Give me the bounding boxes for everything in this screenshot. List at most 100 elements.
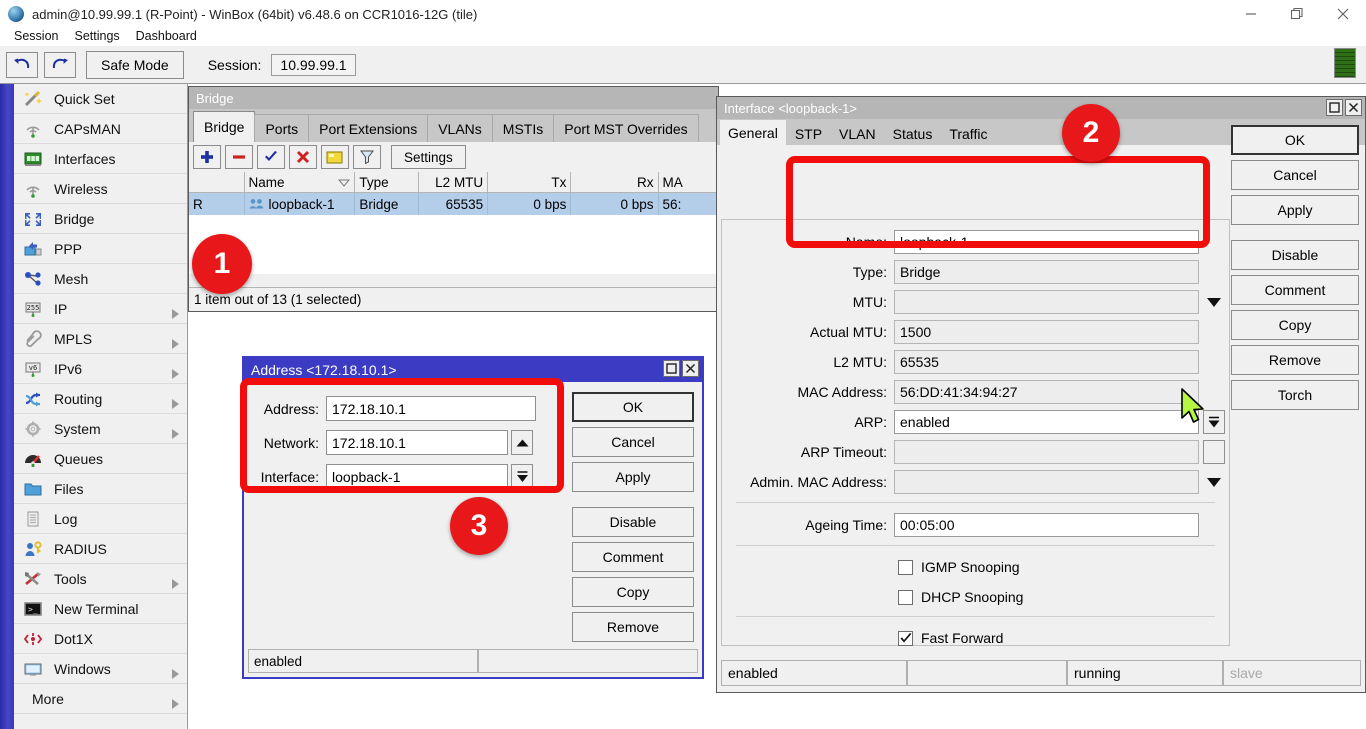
sidebar-item-mesh[interactable]: Mesh [14, 264, 187, 294]
chevron-down-icon[interactable] [1203, 470, 1225, 494]
bridge-window-title-bar[interactable]: Bridge [189, 87, 718, 109]
igmp-snooping-checkbox[interactable] [898, 560, 913, 575]
settings-button[interactable]: Settings [391, 145, 466, 169]
sidebar-item-ppp[interactable]: PPP [14, 234, 187, 264]
table-row[interactable]: R loopback-1 Bridge 65535 0 bps 0 bps 56… [189, 193, 718, 215]
tab-port-mst-overrides[interactable]: Port MST Overrides [553, 114, 698, 142]
restore-button[interactable] [1274, 0, 1320, 28]
cancel-button[interactable]: Cancel [1231, 160, 1359, 190]
fast-forward-checkbox[interactable] [898, 631, 913, 646]
torch-button[interactable]: Torch [1231, 380, 1359, 410]
tab-vlan[interactable]: VLAN [831, 123, 884, 145]
restore-icon[interactable] [1326, 99, 1343, 116]
mtu-input[interactable] [894, 290, 1199, 314]
enable-button[interactable] [257, 145, 285, 169]
remove-button[interactable]: Remove [572, 612, 694, 642]
menu-item-session[interactable]: Session [6, 29, 66, 43]
network-input[interactable]: 172.18.10.1 [326, 430, 508, 455]
comment-button[interactable]: Comment [572, 542, 694, 572]
sidebar-item-log[interactable]: Log [14, 504, 187, 534]
tab-vlans[interactable]: VLANs [427, 114, 493, 142]
tab-ports[interactable]: Ports [254, 114, 309, 142]
disable-button[interactable]: Disable [572, 507, 694, 537]
column-header-l2-mtu[interactable]: L2 MTU [419, 172, 488, 192]
column-header-type[interactable]: Type [355, 172, 418, 192]
cancel-button[interactable]: Cancel [572, 427, 694, 457]
sidebar-item-interfaces[interactable]: Interfaces [14, 144, 187, 174]
restore-icon[interactable] [663, 360, 680, 377]
safe-mode-button[interactable]: Safe Mode [86, 51, 184, 79]
sidebar-item-mpls[interactable]: MPLS [14, 324, 187, 354]
sidebar-item-system[interactable]: System [14, 414, 187, 444]
column-header-name[interactable]: Name [245, 172, 356, 192]
column-header-rx[interactable]: Rx [571, 172, 658, 192]
disable-button[interactable] [289, 145, 317, 169]
sidebar-item-ip[interactable]: 255 IP [14, 294, 187, 324]
dhcp-snooping-checkbox[interactable] [898, 590, 913, 605]
sidebar-item-quick-set[interactable]: Quick Set [14, 84, 187, 114]
column-header-mac[interactable]: MA [659, 172, 718, 192]
sidebar-item-wireless[interactable]: Wireless [14, 174, 187, 204]
sidebar-item-routing[interactable]: Routing [14, 384, 187, 414]
tab-port-extensions[interactable]: Port Extensions [308, 114, 428, 142]
undo-button[interactable] [6, 52, 38, 78]
close-icon[interactable] [682, 360, 699, 377]
tab-stp[interactable]: STP [787, 123, 830, 145]
sidebar-item-tools[interactable]: Tools [14, 564, 187, 594]
checkbox-row-fast-forward[interactable]: Fast Forward [722, 625, 1229, 651]
arp-timeout-input[interactable] [894, 440, 1199, 464]
remove-button[interactable] [225, 145, 253, 169]
menu-item-settings[interactable]: Settings [66, 29, 127, 43]
sidebar-item-more[interactable]: More [14, 684, 187, 714]
interface-window-title-bar[interactable]: Interface <loopback-1> [717, 97, 1365, 119]
column-header-tx[interactable]: Tx [488, 172, 571, 192]
apply-button[interactable]: Apply [1231, 195, 1359, 225]
close-button[interactable] [1320, 0, 1366, 28]
disable-button[interactable]: Disable [1231, 240, 1359, 270]
checkbox-row-igmp-snooping[interactable]: IGMP Snooping [722, 554, 1229, 580]
checkbox-row-dhcp-snooping[interactable]: DHCP Snooping [722, 584, 1229, 610]
name-input[interactable]: loopback-1 [894, 230, 1199, 254]
sidebar-item-dot1x[interactable]: Dot1X [14, 624, 187, 654]
interface-dropdown-button[interactable] [511, 464, 533, 489]
arp-dropdown-button[interactable] [1203, 410, 1225, 434]
remove-button[interactable]: Remove [1231, 345, 1359, 375]
copy-button[interactable]: Copy [1231, 310, 1359, 340]
copy-button[interactable]: Copy [572, 577, 694, 607]
sidebar-item-bridge[interactable]: Bridge [14, 204, 187, 234]
ok-button[interactable]: OK [1231, 125, 1359, 155]
minimize-button[interactable] [1228, 0, 1274, 28]
comment-button[interactable] [321, 145, 349, 169]
menu-item-dashboard[interactable]: Dashboard [128, 29, 205, 43]
admin-mac-address-input[interactable] [894, 470, 1199, 494]
tab-mstis[interactable]: MSTIs [492, 114, 554, 142]
column-header-flag[interactable] [189, 172, 245, 192]
chevron-down-icon[interactable] [1203, 290, 1225, 314]
comment-button[interactable]: Comment [1231, 275, 1359, 305]
session-address-field[interactable]: 10.99.99.1 [271, 54, 355, 76]
network-expand-button[interactable] [511, 430, 533, 455]
sidebar-item-capsman[interactable]: CAPsMAN [14, 114, 187, 144]
tab-bridge[interactable]: Bridge [193, 111, 255, 142]
filter-button[interactable] [353, 145, 381, 169]
tab-general[interactable]: General [720, 120, 786, 145]
apply-button[interactable]: Apply [572, 462, 694, 492]
add-button[interactable] [193, 145, 221, 169]
sidebar-item-windows[interactable]: Windows [14, 654, 187, 684]
address-input[interactable]: 172.18.10.1 [326, 396, 536, 421]
ageing-time-input[interactable]: 00:05:00 [894, 513, 1199, 537]
interface-input[interactable]: loopback-1 [326, 464, 508, 489]
ok-button[interactable]: OK [572, 392, 694, 422]
sidebar-item-radius[interactable]: RADIUS [14, 534, 187, 564]
sidebar-item-ipv6[interactable]: v6 IPv6 [14, 354, 187, 384]
sidebar-item-queues[interactable]: Queues [14, 444, 187, 474]
redo-button[interactable] [44, 52, 76, 78]
sidebar-item-new-terminal[interactable]: >_ New Terminal [14, 594, 187, 624]
arp-timeout-dropdown-button[interactable] [1203, 440, 1225, 464]
address-window-title-bar[interactable]: Address <172.18.10.1> [244, 358, 702, 382]
close-icon[interactable] [1345, 99, 1362, 116]
tab-traffic[interactable]: Traffic [941, 123, 995, 145]
arp-input[interactable]: enabled [894, 410, 1199, 434]
sidebar-item-files[interactable]: Files [14, 474, 187, 504]
tab-status[interactable]: Status [885, 123, 941, 145]
